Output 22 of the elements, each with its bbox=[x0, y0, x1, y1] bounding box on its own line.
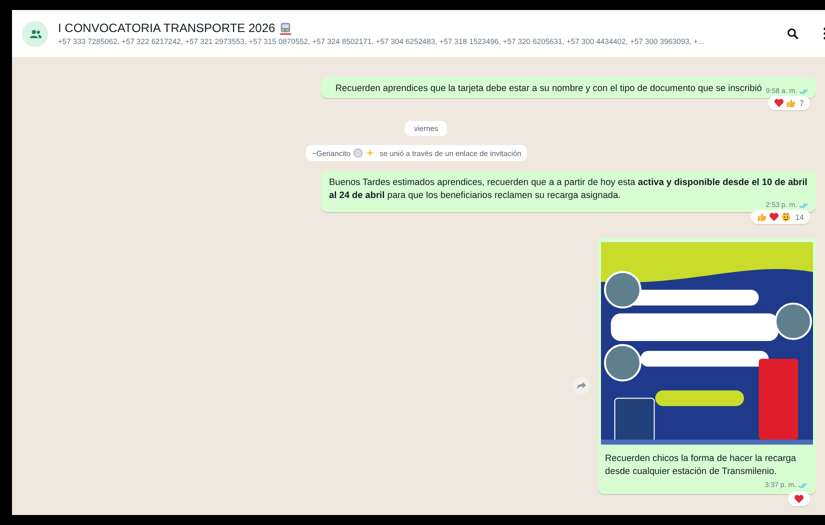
message-text: Buenos Tardes estimados aprendices, recuerden que a a partir de hoy esta activa y disponible desde el 10 de abril al 24 de abril para que los beneficiarios reclamen su recarga asignada. bbox=[329, 176, 808, 202]
reactions-pill[interactable]: 7 bbox=[768, 96, 810, 110]
heart-icon bbox=[769, 212, 780, 222]
reaction-count: 7 bbox=[800, 98, 804, 108]
reactions-pill[interactable] bbox=[788, 492, 810, 506]
heart-icon bbox=[774, 98, 784, 108]
infographic-image[interactable] bbox=[601, 241, 813, 446]
heart-icon bbox=[794, 494, 804, 504]
reactions-pill[interactable]: 14 bbox=[751, 210, 810, 224]
sparkles-icon bbox=[364, 148, 375, 158]
group-title[interactable]: I CONVOCATORIA TRANSPORTE 2026 bbox=[58, 21, 276, 35]
reaction-count: 14 bbox=[795, 212, 804, 222]
thumbs-up-icon bbox=[757, 212, 768, 222]
train-icon bbox=[279, 22, 292, 34]
group-icon bbox=[28, 28, 42, 38]
search-icon[interactable] bbox=[787, 28, 799, 40]
forward-icon[interactable] bbox=[572, 377, 590, 395]
image-caption: Recuerden chicos la forma de hacer la recarga desde cualquier estación de Transmilenio. bbox=[604, 452, 797, 478]
group-avatar[interactable] bbox=[22, 20, 48, 46]
face-icon bbox=[781, 212, 792, 222]
message-text: Recuerden aprendices que la tarjeta debe estar a su nombre y con el tipo de documento que se inscribió bbox=[335, 82, 762, 95]
thumbs-up-icon bbox=[786, 98, 796, 108]
